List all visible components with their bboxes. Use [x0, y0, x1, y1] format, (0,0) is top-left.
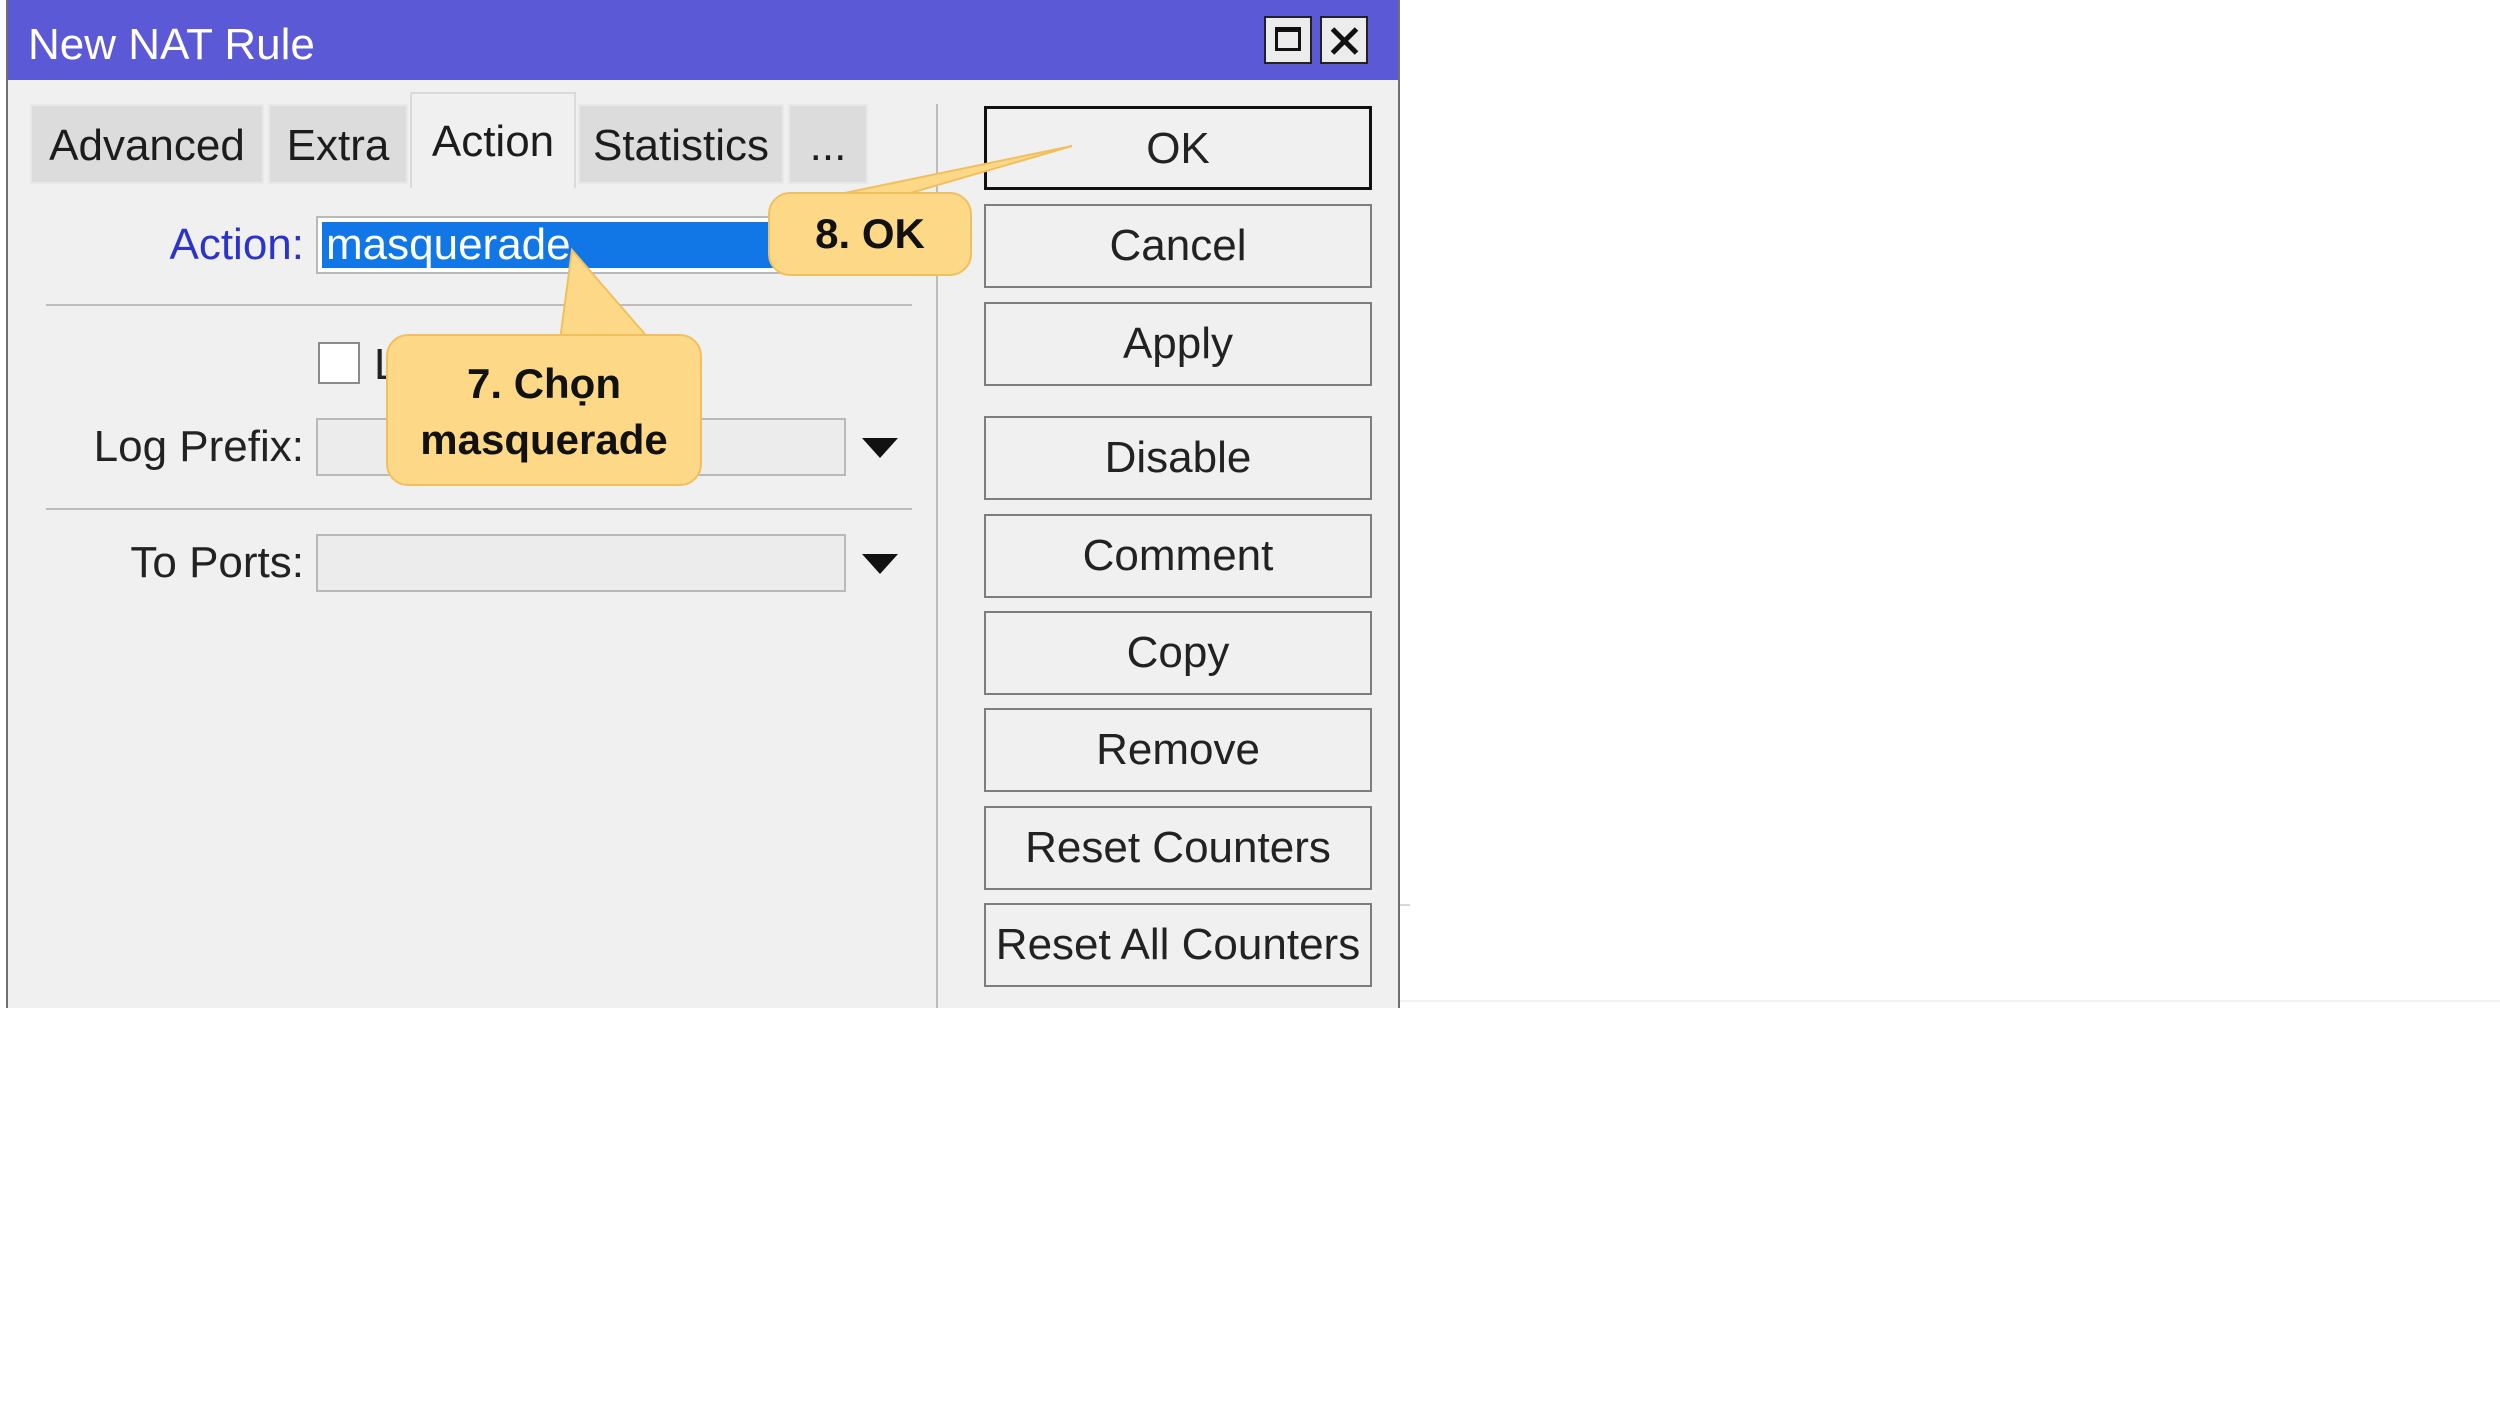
callout-step7: 7. Chọn masquerade [386, 334, 702, 486]
callout-step7-line1: 7. Chọn [467, 360, 621, 407]
callout-step7-line2: masquerade [420, 416, 668, 463]
callout-pointer-step8 [558, 145, 1073, 341]
callout-step8: 8. OK [768, 192, 972, 276]
callout-step8-text: 8. OK [815, 210, 925, 257]
